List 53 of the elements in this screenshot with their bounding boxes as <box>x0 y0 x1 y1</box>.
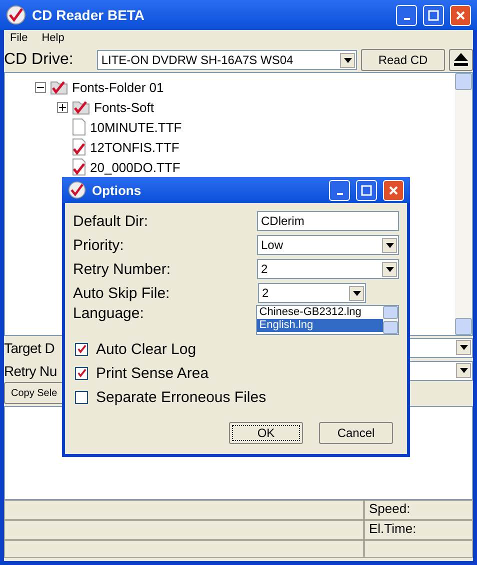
maximize-icon <box>361 184 372 196</box>
checkbox[interactable] <box>75 390 88 404</box>
checkmark-disc-icon <box>6 5 26 25</box>
minimize-icon <box>336 193 342 195</box>
dropdown[interactable]: Low <box>257 235 399 255</box>
tree-item[interactable]: Fonts-Soft <box>94 100 154 114</box>
tree-item[interactable]: Fonts-Folder 01 <box>72 80 164 94</box>
maximize-icon <box>428 10 439 20</box>
expand-icon[interactable] <box>57 102 68 112</box>
checkbox[interactable] <box>75 342 88 356</box>
checkbox-label: Print Sense Area <box>96 364 210 382</box>
maximize-button[interactable] <box>356 180 377 200</box>
dropdown[interactable]: 2 <box>257 259 399 279</box>
field-label: Auto Skip File: <box>73 284 171 302</box>
field-label: Default Dir: <box>73 212 150 230</box>
eject-button[interactable] <box>449 49 473 71</box>
cancel-button[interactable]: Cancel <box>319 422 393 444</box>
window-title: CD Reader BETA <box>32 7 146 23</box>
checkbox[interactable] <box>75 366 88 380</box>
dialog-title: Options <box>92 182 142 198</box>
menu-item[interactable]: Help <box>42 32 64 46</box>
language-list[interactable]: Chinese-GB2312.lng English.lng <box>256 305 399 335</box>
time-label: El.Time: <box>369 521 416 536</box>
drive-label: CD Drive: <box>4 51 74 69</box>
field-label: Language: <box>73 305 145 322</box>
read-cd-button[interactable]: Read CD <box>361 49 445 71</box>
checkbox-label: Separate Erroneous Files <box>96 388 268 406</box>
speed-label: Speed: <box>369 501 410 516</box>
minimize-button[interactable] <box>329 180 350 200</box>
tree-item[interactable]: 20_000DO.TTF <box>90 160 180 174</box>
checkbox-label: Auto Clear Log <box>96 340 198 358</box>
close-button[interactable] <box>450 4 471 26</box>
minimize-button[interactable] <box>396 4 417 26</box>
setting-label: Target D <box>4 340 55 356</box>
list-option[interactable]: English.lng <box>257 319 383 332</box>
drive-dropdown[interactable]: LITE-ON DVDRW SH-16A7S WS04 <box>97 50 357 70</box>
text-field[interactable]: CDlerim <box>257 211 399 231</box>
setting-label: Retry Nu <box>4 362 57 378</box>
field-label: Retry Number: <box>73 260 172 278</box>
menu-item[interactable]: File <box>10 32 28 46</box>
ok-button[interactable]: OK <box>229 422 303 444</box>
close-icon <box>388 184 399 196</box>
collapse-icon[interactable] <box>35 82 46 92</box>
checkmark-disc-icon <box>68 181 86 199</box>
close-button[interactable] <box>383 180 404 200</box>
tree-item[interactable]: 10MINUTE.TTF <box>90 120 182 134</box>
close-icon <box>455 10 466 20</box>
minimize-icon <box>404 18 410 20</box>
maximize-button[interactable] <box>423 4 444 26</box>
field-label: Priority: <box>73 236 125 254</box>
dropdown[interactable]: 2 <box>258 283 366 303</box>
tree-item[interactable]: 12TONFIS.TTF <box>90 140 180 154</box>
eject-icon <box>453 52 469 66</box>
